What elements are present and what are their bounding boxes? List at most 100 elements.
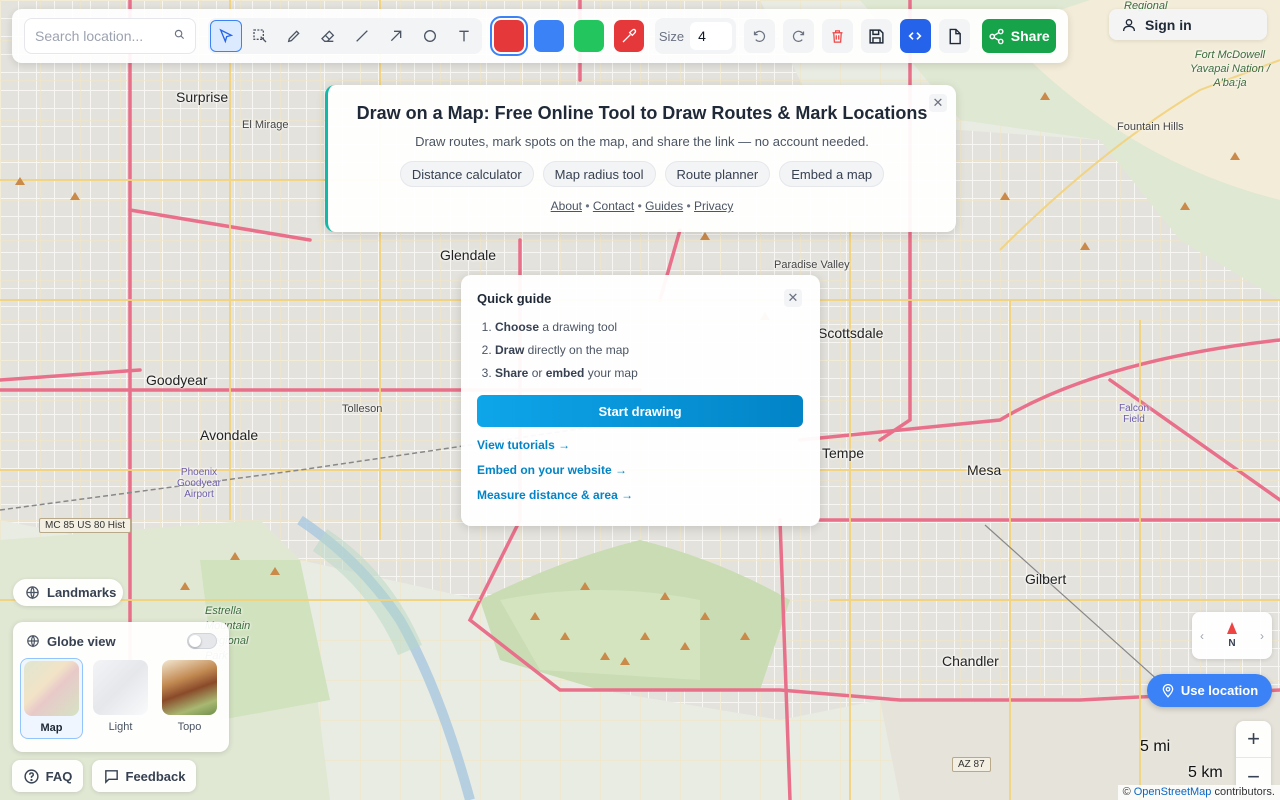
arrow-icon — [390, 30, 402, 42]
sign-in-label: Sign in — [1145, 16, 1192, 33]
embed-code-button[interactable] — [899, 19, 931, 53]
start-drawing-button[interactable]: Start drawing — [477, 395, 803, 427]
save-button[interactable] — [860, 19, 892, 53]
help-circle-icon — [24, 768, 39, 784]
chat-bubble-icon — [104, 769, 118, 784]
select-tool-button[interactable] — [209, 20, 242, 52]
map-label-surprise: Surprise — [176, 89, 229, 105]
trash-icon — [832, 29, 843, 43]
use-location-button[interactable]: Use location — [1147, 674, 1272, 707]
globe-view-toggle[interactable] — [187, 633, 217, 649]
pill-embed-a-map[interactable]: Embed a map — [779, 161, 885, 187]
view-tutorials-link[interactable]: View tutorials → — [477, 438, 804, 452]
map-label-mesa: Mesa — [967, 462, 1002, 478]
search-input[interactable] — [35, 28, 174, 44]
map-attribution: © OpenStreetMap contributors. — [1117, 785, 1280, 800]
intro-card: Draw on a Map: Free Online Tool to Draw … — [325, 85, 956, 232]
cursor-arrow-icon — [219, 28, 234, 44]
eraser-tool-button[interactable] — [312, 20, 344, 52]
pencil-icon — [287, 30, 300, 43]
guide-step: Choose a drawing tool — [495, 320, 804, 334]
page-subtitle: Draw routes, mark spots on the map, and … — [415, 134, 869, 149]
pill-distance-calculator[interactable]: Distance calculator — [399, 161, 534, 187]
scale-imperial: 5 mi — [1140, 738, 1171, 755]
zoom-in-button[interactable]: + — [1236, 721, 1271, 758]
pill-map-radius-tool[interactable]: Map radius tool — [542, 161, 656, 187]
compass-control: ‹ N › — [1192, 612, 1272, 659]
marquee-select-tool-button[interactable] — [244, 20, 276, 52]
arrow-tool-button[interactable] — [380, 20, 412, 52]
circle-icon — [423, 30, 436, 42]
undo-button[interactable] — [744, 19, 776, 53]
color-swatch-red[interactable] — [489, 16, 528, 56]
color-swatch-blue[interactable] — [533, 20, 564, 52]
pill-route-planner[interactable]: Route planner — [664, 161, 771, 187]
route-shield-mc85: MC 85 US 80 Hist — [39, 518, 132, 533]
line-tool-button[interactable] — [346, 20, 378, 52]
about-link[interactable]: About — [551, 199, 582, 213]
code-icon — [908, 32, 922, 40]
contact-link[interactable]: Contact — [593, 199, 634, 213]
text-icon — [459, 30, 469, 42]
color-swatch-green[interactable] — [573, 20, 604, 52]
rotate-left-icon[interactable]: ‹ — [1200, 629, 1204, 643]
footer-links: About • Contact • Guides • Privacy — [550, 199, 734, 213]
drawing-toolbar: Size Share — [12, 9, 1068, 63]
route-shield-az87: AZ 87 — [952, 757, 991, 772]
map-style-topo[interactable]: Topo — [158, 658, 221, 739]
share-button[interactable]: Share — [981, 19, 1056, 53]
close-icon: ✕ — [932, 95, 944, 110]
faq-label: FAQ — [45, 768, 73, 784]
globe-view-row: Globe view — [13, 622, 229, 649]
share-label: Share — [1010, 28, 1050, 44]
faq-button[interactable]: FAQ — [12, 760, 83, 792]
globe-icon — [26, 586, 39, 600]
text-tool-button[interactable] — [448, 20, 480, 52]
close-intro-button[interactable]: ✕ — [929, 94, 947, 112]
map-label-gilbert: Gilbert — [1025, 571, 1067, 587]
map-label-goodyear-airport: Phoenix Goodyear Airport — [177, 467, 221, 500]
size-input[interactable] — [690, 22, 733, 50]
compass-label: N — [1228, 637, 1236, 649]
map-label-el-mirage: El Mirage — [242, 119, 289, 131]
pencil-tool-button[interactable] — [278, 20, 310, 52]
rotate-right-icon[interactable]: › — [1260, 629, 1264, 643]
close-guide-button[interactable]: ✕ — [784, 289, 802, 307]
embed-website-link[interactable]: Embed on your website → — [477, 463, 804, 477]
openstreetmap-link[interactable]: OpenStreetMap — [1134, 786, 1212, 798]
scale-metric: 5 km — [1188, 764, 1223, 781]
guides-link[interactable]: Guides — [645, 199, 683, 213]
map-style-light[interactable]: Light — [89, 658, 152, 739]
compass-needle[interactable]: N — [1227, 621, 1237, 650]
page-title: Draw on a Map: Free Online Tool to Draw … — [356, 103, 928, 123]
export-document-button[interactable] — [938, 19, 970, 53]
landmarks-button[interactable]: Landmarks — [13, 579, 123, 606]
color-picker-button[interactable] — [613, 20, 644, 52]
tool-group — [207, 18, 482, 54]
globe-icon — [27, 635, 39, 648]
eraser-icon — [320, 30, 335, 42]
feedback-button[interactable]: Feedback — [92, 760, 196, 792]
document-icon — [949, 28, 961, 44]
use-location-label: Use location — [1180, 683, 1259, 698]
map-label-fountain-hills: Fountain Hills — [1117, 121, 1184, 133]
search-box[interactable] — [24, 18, 196, 54]
circle-tool-button[interactable] — [414, 20, 446, 52]
redo-button[interactable] — [783, 19, 814, 53]
undo-icon — [753, 30, 766, 42]
measure-distance-link[interactable]: Measure distance & area → — [477, 488, 804, 502]
zoom-control: + − — [1236, 721, 1271, 795]
map-label-chandler: Chandler — [942, 653, 999, 669]
map-thumbnail — [24, 661, 79, 716]
quick-guide-panel: Quick guide ✕ Choose a drawing tool Draw… — [461, 275, 820, 526]
delete-button[interactable] — [821, 19, 853, 53]
privacy-link[interactable]: Privacy — [694, 199, 733, 213]
map-style-map[interactable]: Map — [20, 658, 83, 739]
map-label-scottsdale: Scottsdale — [818, 325, 884, 341]
map-label-tolleson: Tolleson — [342, 403, 383, 415]
landmarks-label: Landmarks — [47, 585, 117, 600]
sign-in-button[interactable]: Sign in — [1109, 9, 1267, 40]
feedback-label: Feedback — [125, 768, 186, 784]
search-icon[interactable] — [174, 27, 185, 45]
toggle-knob — [189, 635, 201, 647]
